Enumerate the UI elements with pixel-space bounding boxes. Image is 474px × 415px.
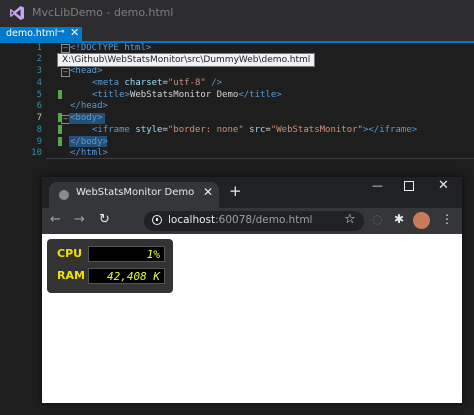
maximize-button[interactable]	[404, 181, 414, 191]
line-number: 9	[36, 137, 42, 147]
tab-demo-html[interactable]: demo.html ⊸ ✕	[0, 26, 82, 41]
close-tab-icon[interactable]: ✕	[70, 26, 79, 39]
new-tab-button[interactable]: +	[229, 182, 242, 200]
ram-display: 42,408 K	[88, 268, 165, 284]
site-info-icon[interactable]	[152, 215, 162, 225]
profile-avatar[interactable]	[413, 212, 430, 229]
change-marker	[58, 90, 62, 99]
line-number: 8	[36, 125, 42, 135]
bookmark-star-icon[interactable]: ☆	[344, 212, 356, 227]
body-close-tag: </body>	[70, 137, 108, 147]
editor-divider	[46, 158, 474, 159]
code-line-10: </html>	[70, 148, 108, 158]
line-number: 10	[31, 148, 42, 158]
menu-icon[interactable]: ⋮	[441, 212, 453, 226]
line-number: 2	[36, 54, 42, 64]
attr-charset: charset	[124, 78, 163, 88]
minimize-button[interactable]: —	[372, 179, 383, 192]
attr-value: "utf-8"	[167, 78, 206, 88]
pin-icon[interactable]: ⊸	[57, 27, 65, 37]
address-bar[interactable]: localhost:60078/demo.html ☆	[144, 211, 364, 231]
code-line-4: <meta charset="utf-8" />	[92, 78, 222, 88]
html-close-tag: </html>	[70, 148, 108, 158]
title-text: WebStatsMonitor Demo	[129, 90, 239, 100]
url-path: :60078/demo.html	[215, 214, 313, 226]
close-window-button[interactable]: ✕	[438, 178, 449, 193]
reload-button[interactable]: ↻	[99, 212, 110, 227]
head-open-tag: <head>	[70, 66, 103, 76]
doctype-html: html	[124, 43, 146, 53]
iframe-open: <iframe	[92, 125, 136, 135]
line-number: 4	[36, 78, 42, 88]
url-text: localhost:60078/demo.html	[168, 214, 312, 226]
attr-style: style	[135, 125, 163, 135]
title-open-tag: <title>	[92, 90, 130, 100]
code-line-1: <!DOCTYPE html>	[70, 43, 151, 53]
code-line-5: <title>WebStatsMonitor Demo</title>	[92, 90, 282, 100]
back-button[interactable]: ←	[50, 212, 61, 227]
browser-window: WebStatsMonitor Demo ✕ + — ✕ ← → ↻ local…	[42, 177, 462, 403]
ram-value: 42,408 K	[107, 270, 160, 283]
collapse-icon[interactable]: −	[61, 68, 70, 77]
file-path-tooltip: X:\Github\WebStatsMonitor\src\DummyWeb\d…	[57, 53, 316, 67]
code-line-9: </body>	[70, 137, 108, 147]
document-tabstrip: demo.html ⊸ ✕	[0, 26, 474, 43]
doctype-keyword: !DOCTYPE	[75, 43, 119, 53]
cpu-value: 1%	[146, 248, 160, 261]
iframe-close: ></iframe>	[362, 125, 418, 135]
page-content: CPU 1% RAM 42,408 K	[42, 234, 462, 403]
ide-titlebar: MvcLibDemo - demo.html	[0, 0, 474, 27]
code-line-8: <iframe style="border: none" src="WebSta…	[92, 125, 417, 135]
meta-close: />	[205, 78, 223, 88]
forward-button[interactable]: →	[74, 212, 85, 227]
visual-studio-logo-icon	[10, 6, 24, 20]
tab-label: demo.html	[6, 28, 58, 39]
ram-label: RAM	[57, 269, 85, 282]
window-title: MvcLibDemo - demo.html	[32, 6, 174, 19]
collapse-icon[interactable]: −	[61, 44, 70, 53]
attr-value: "WebStatsMonitor"	[270, 125, 363, 135]
browser-toolbar: ← → ↻ localhost:60078/demo.html ☆ ◌ ✱ ⋮	[42, 208, 462, 234]
account-sync-icon[interactable]: ◌	[372, 212, 382, 226]
code-line-3: <head>	[70, 66, 103, 76]
close-tab-icon[interactable]: ✕	[203, 185, 213, 199]
title-close-tag: </title>	[238, 90, 282, 100]
body-open-tag: <body>	[70, 113, 103, 123]
code-line-7: <body>	[70, 113, 103, 123]
line-number: 7	[36, 113, 42, 123]
stats-widget: CPU 1% RAM 42,408 K	[47, 239, 173, 293]
globe-icon	[59, 190, 69, 200]
change-marker	[58, 137, 62, 146]
head-close-tag: </head>	[70, 101, 108, 111]
extensions-icon[interactable]: ✱	[394, 212, 404, 226]
cpu-display: 1%	[88, 246, 165, 262]
attr-src: src	[243, 125, 266, 135]
browser-tabstrip: WebStatsMonitor Demo ✕ + — ✕	[42, 177, 462, 208]
change-marker	[58, 125, 62, 134]
punct: >	[145, 43, 152, 53]
line-number: 5	[36, 90, 42, 100]
meta-open: <meta	[92, 78, 125, 88]
attr-value: "border: none"	[167, 125, 244, 135]
code-line-6: </head>	[70, 101, 108, 111]
line-number: 1	[36, 43, 42, 53]
line-number: 6	[36, 101, 42, 111]
cpu-label: CPU	[57, 247, 83, 260]
line-number: 3	[36, 66, 42, 76]
browser-tab[interactable]: WebStatsMonitor Demo ✕	[49, 182, 219, 208]
url-host: localhost	[168, 214, 216, 226]
browser-tab-title: WebStatsMonitor Demo	[76, 187, 195, 198]
